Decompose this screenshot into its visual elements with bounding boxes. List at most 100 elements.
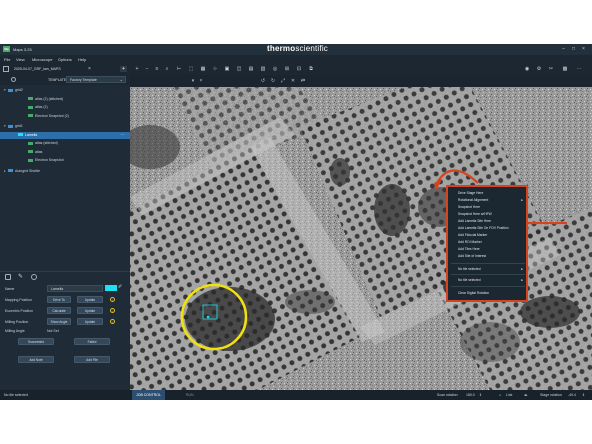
target-icon[interactable]: ◎ <box>272 66 278 72</box>
stack-icon[interactable]: ▥ <box>260 66 266 72</box>
close-icon[interactable]: × <box>580 46 587 52</box>
minus-icon[interactable]: − <box>144 66 150 72</box>
fit-icon[interactable]: ⤢ <box>280 78 286 84</box>
slider-icon[interactable]: ◂▸ <box>524 390 528 400</box>
menu-view[interactable]: View <box>16 57 25 62</box>
drive-to-button[interactable]: Drive To <box>47 296 71 303</box>
menu-microscope[interactable]: Microscope <box>32 57 52 62</box>
tree-item[interactable]: Electron Snapshot (2) <box>0 113 130 120</box>
rotate-left-icon[interactable]: ↺ <box>260 78 266 84</box>
tree-item[interactable]: ▸ Autogrid Shuttle <box>0 168 130 175</box>
stage-rotation-stepper-icon[interactable]: ⇕ <box>582 390 585 400</box>
stage-rotation-value[interactable]: -49.4 <box>568 390 576 400</box>
lamella-color-swatch[interactable] <box>105 285 117 291</box>
frame-icon[interactable]: ◫ <box>236 66 242 72</box>
template-select[interactable]: Factory Template ⌄ <box>66 76 126 83</box>
scissors-icon[interactable]: ✂ <box>548 66 554 72</box>
ruler-icon[interactable]: ⊢ <box>176 66 182 72</box>
succeeded-button[interactable]: Succeeded <box>18 338 54 345</box>
context-menu-item[interactable]: Snapshot Here w/HFW <box>458 212 492 216</box>
context-menu-item[interactable]: Add Lamella Site On FOV Position <box>458 226 509 230</box>
context-menu-item[interactable]: Drive Stage Here <box>458 191 483 195</box>
folder-icon <box>8 169 13 173</box>
tab-job-control[interactable]: JOB CONTROL <box>132 390 165 400</box>
tiles-icon[interactable]: ▤ <box>248 66 254 72</box>
context-menu-item[interactable]: Add Lamella Site Here <box>458 219 491 223</box>
zoom-icon[interactable]: ⌕ <box>164 66 170 72</box>
tree-item[interactable]: atlas (2) (stitched) <box>0 96 130 103</box>
context-menu-item[interactable]: Add Site of Interest <box>458 254 486 258</box>
context-menu-item[interactable]: Add Tiles Here <box>458 247 480 251</box>
context-menu-item[interactable]: No tile selected <box>458 267 481 271</box>
add-tab-icon[interactable]: + <box>120 66 127 72</box>
minimize-icon[interactable]: – <box>560 46 567 52</box>
eyedropper-icon[interactable]: ✐ <box>118 284 122 290</box>
more-icon[interactable]: ⋯ <box>576 66 582 72</box>
panel-toggle-icon[interactable] <box>3 66 9 72</box>
tree-item-label: Electron Snapshot (2) <box>35 113 69 118</box>
align-icon[interactable]: ⊞ <box>284 66 290 72</box>
tab-close-icon[interactable]: × <box>88 66 91 72</box>
image-icon <box>28 114 33 118</box>
tree-item[interactable]: atlas (stitched) <box>0 140 130 147</box>
milling-status-icon: i <box>110 319 115 324</box>
calculate-button[interactable]: Calculate <box>47 307 71 314</box>
submenu-arrow-icon: ▸ <box>521 278 523 282</box>
context-menu-item[interactable]: Clear Digital Rotation <box>458 291 489 295</box>
context-menu-item[interactable]: Snapshot Here <box>458 205 480 209</box>
tree-item[interactable]: atlas <box>0 149 130 156</box>
failed-button[interactable]: Failed <box>74 338 110 345</box>
image-tool-icon[interactable]: ▣ <box>224 66 230 72</box>
rotate-right-icon[interactable]: ↻ <box>270 78 276 84</box>
tree-item[interactable]: ▾ grid1 <box>0 123 130 130</box>
context-menu-item[interactable]: Rotational Alignment <box>458 198 488 202</box>
gear-icon[interactable] <box>11 77 16 82</box>
settings-icon[interactable] <box>31 274 37 280</box>
menu-lines-icon[interactable]: ≡ <box>154 66 160 72</box>
filter-icon[interactable]: ⚙ <box>536 66 542 72</box>
project-tab[interactable]: 2025-04-07_GRF_lam_MAPS <box>14 67 61 71</box>
eucentric-update-button[interactable]: Update <box>77 307 103 314</box>
properties-toolbar: ✎ <box>0 273 130 282</box>
dropdown-icon[interactable]: ▾ <box>190 78 196 84</box>
menu-options[interactable]: Options <box>58 57 72 62</box>
tree-item[interactable]: ▾ grid2 <box>0 87 130 94</box>
more-options-icon[interactable]: ⋯ <box>121 132 125 139</box>
tree-item[interactable]: Lamella ⋯ <box>0 131 130 139</box>
overlay-icon[interactable]: ⧉ <box>308 66 314 72</box>
show-angle-button[interactable]: Show Angle <box>47 318 71 325</box>
grid-icon[interactable]: ▦ <box>200 66 206 72</box>
menu-file[interactable]: File <box>4 57 10 62</box>
add-icon[interactable]: + <box>134 66 140 72</box>
crosshair-icon[interactable]: ⊹ <box>212 66 218 72</box>
close-x-icon[interactable]: ✕ <box>290 78 296 84</box>
camera-icon[interactable]: ▩ <box>562 66 568 72</box>
menu-help[interactable]: Help <box>78 57 86 62</box>
tab-run[interactable]: RUN <box>182 390 198 400</box>
eye-icon[interactable]: ◉ <box>524 66 530 72</box>
tree-item[interactable]: atlas (2) <box>0 104 130 111</box>
add-file-button[interactable]: Add File <box>74 356 110 363</box>
name-field[interactable]: Lamella <box>47 285 103 292</box>
tree-item-label: atlas (2) <box>35 105 48 109</box>
divider <box>0 271 130 272</box>
measure-icon[interactable]: ⊡ <box>296 66 302 72</box>
context-menu-item[interactable]: Add ROI Marker <box>458 240 482 244</box>
tree-item-label: grid1 <box>15 124 23 128</box>
context-menu-item[interactable]: Add Fiducial Marker <box>458 233 487 237</box>
pencil-icon[interactable]: ✎ <box>18 274 24 280</box>
link-icon[interactable]: ● <box>499 390 501 400</box>
mapping-update-button[interactable]: Update <box>77 296 103 303</box>
flip-icon[interactable]: ⇄ <box>300 78 306 84</box>
scan-rotation-stepper-icon[interactable]: ⇕ <box>479 390 482 400</box>
scan-rotation-value[interactable]: 180.0 <box>466 390 475 400</box>
comment-icon[interactable] <box>5 274 11 280</box>
context-menu-item[interactable]: No tile selected <box>458 278 481 282</box>
add-note-button[interactable]: Add Note <box>18 356 54 363</box>
maximize-icon[interactable]: □ <box>570 46 577 52</box>
milling-update-button[interactable]: Update <box>77 318 103 325</box>
tree-item[interactable]: Electron Snapshot <box>0 157 130 164</box>
folder-icon <box>8 124 13 128</box>
select-icon[interactable]: ⬚ <box>188 66 194 72</box>
close-view-icon[interactable]: × <box>198 78 204 84</box>
